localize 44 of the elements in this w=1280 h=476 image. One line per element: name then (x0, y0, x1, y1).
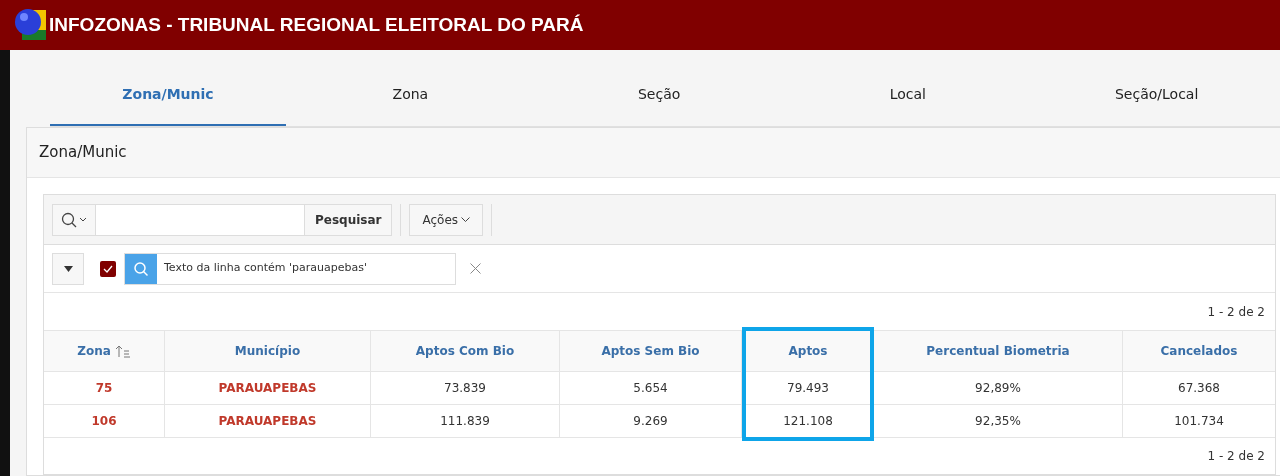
column-header[interactable]: Aptos Com Bio (371, 331, 559, 371)
search-button[interactable]: Pesquisar (304, 204, 392, 235)
globe-logo-icon (14, 8, 48, 42)
pagination-text: 1 - 2 de 2 (1207, 303, 1265, 321)
table-cell-text: 67.368 (1178, 380, 1220, 397)
table-cell-text: 101.734 (1174, 413, 1224, 430)
app-title: INFOZONAS - TRIBUNAL REGIONAL ELEITORAL DO PARÁ (49, 12, 584, 37)
search-icon (133, 260, 149, 277)
triangle-down-icon (63, 265, 73, 272)
table-cell-text: 92,89% (975, 380, 1021, 397)
tab[interactable]: Seção (534, 65, 784, 126)
filter-checkbox[interactable] (100, 260, 116, 277)
tab[interactable]: Local (783, 65, 1033, 126)
table-cell-text: PARAUAPEBAS (218, 413, 317, 430)
search-icon (61, 211, 87, 228)
search-field[interactable]: Pesquisar (52, 203, 393, 236)
tab[interactable]: Seção/Local (1032, 65, 1280, 126)
table-cell-text: 9.269 (633, 413, 668, 430)
table-cell-text: 73.839 (444, 380, 486, 397)
column-header[interactable]: Percentual Biometria (874, 331, 1122, 371)
table-cell-text: 121.108 (783, 413, 833, 430)
table-cell-text: 106 (91, 413, 117, 430)
table-cell-text: PARAUAPEBAS (218, 380, 317, 397)
sort-ascending-icon (114, 344, 131, 358)
column-header[interactable]: Município (165, 331, 370, 371)
tab[interactable]: Zona (286, 65, 535, 126)
column-header[interactable]: Zona (44, 331, 164, 371)
column-header[interactable]: Cancelados (1123, 331, 1275, 371)
column-header[interactable]: Aptos (746, 331, 870, 371)
actions-button[interactable]: Ações (409, 203, 484, 236)
pagination-text: 1 - 2 de 2 (1207, 448, 1265, 465)
table-cell-text: 111.839 (440, 413, 490, 430)
column-header[interactable]: Aptos Sem Bio (560, 331, 741, 371)
chevron-down-icon (461, 216, 471, 223)
collapse-button[interactable] (52, 252, 84, 285)
filter-pill[interactable]: Texto da linha contém 'parauapebas' (124, 252, 456, 285)
table-cell-text: 75 (95, 380, 113, 397)
panel-title: Zona/Munic (39, 142, 127, 164)
checkmark-icon (103, 264, 113, 273)
close-icon[interactable] (470, 263, 481, 274)
filter-text: Texto da linha contém 'parauapebas' (164, 260, 367, 277)
table-cell-text: 5.654 (633, 380, 668, 397)
table-cell-text: 92,35% (975, 413, 1021, 430)
table-cell-text: 79.493 (787, 380, 829, 397)
